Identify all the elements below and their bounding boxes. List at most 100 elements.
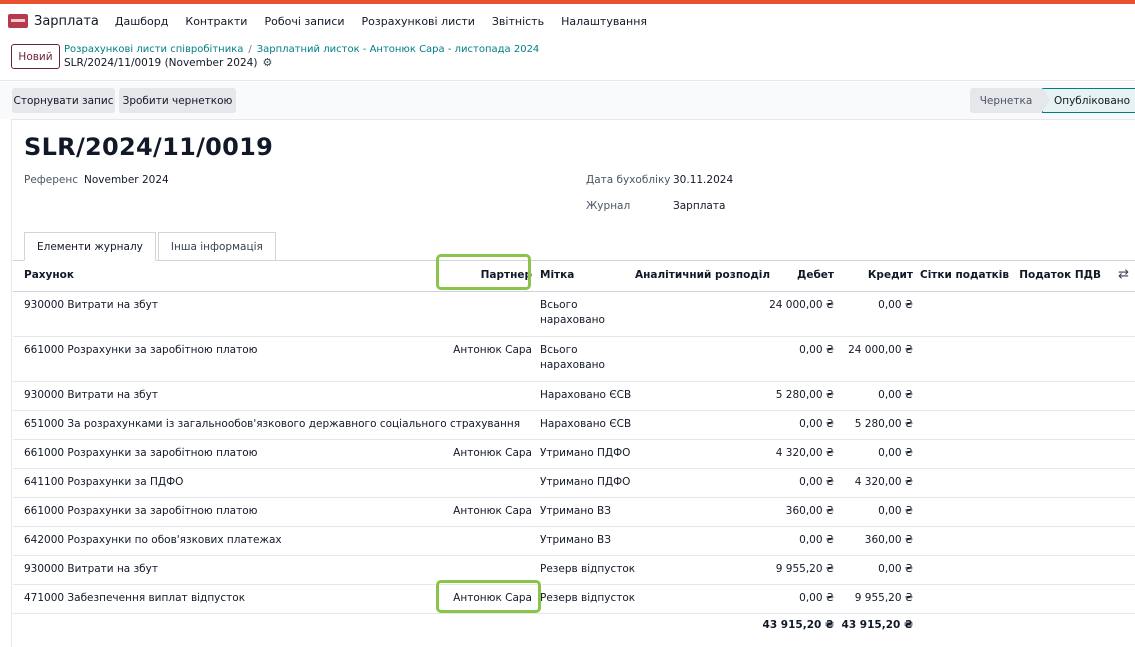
cell-credit: 360,00 ₴ [864,534,913,546]
table-row[interactable]: 930000 Витрати на збут Всього нараховано 2… [13,292,1135,337]
cell-debit: 0,00 ₴ [799,344,834,356]
menu-configuration[interactable]: Налаштування [561,15,647,28]
column-label[interactable]: Мітка [540,269,574,281]
cell-label: Нараховано ЄСВ [540,418,632,430]
optional-columns-icon[interactable]: ⇄ [1118,267,1129,282]
payroll-app-icon[interactable] [8,14,28,28]
cell-account: 930000 Витрати на збут [24,563,158,575]
cell-partner: Антонюк Сара [453,505,532,517]
main-navbar: Зарплата Дашборд Контракти Робочі записи… [0,4,1135,38]
menu-contracts[interactable]: Контракти [185,15,247,28]
cell-account: 930000 Витрати на збут [24,299,158,311]
cell-debit: 0,00 ₴ [799,592,834,604]
reference-label: Референс [24,174,78,186]
cell-credit: 0,00 ₴ [878,389,913,401]
menu-reporting[interactable]: Звітність [492,15,544,28]
cell-credit: 5 280,00 ₴ [854,418,913,430]
cell-account: 471000 Забезпечення виплат відпусток [24,592,246,604]
table-row[interactable]: 930000 Витрати на збут Резерв відпусток 9 … [13,556,1135,585]
status-bar: Чернетка Опубліковано [970,88,1135,113]
cell-label: Резерв відпусток [540,592,636,604]
cell-account: 661000 Розрахунки за заробітною платою [24,344,258,356]
cell-account: 641100 Розрахунки за ПДФО [24,476,184,488]
cell-credit: 24 000,00 ₴ [848,344,913,356]
cell-credit: 4 320,00 ₴ [854,476,913,488]
app-name[interactable]: Зарплата [34,14,99,29]
highlight-partner-cell [436,580,541,613]
cell-label: Всього нараховано [540,299,605,326]
cell-label: Утримано ПДФО [540,476,631,488]
cell-label: Утримано ВЗ [540,505,611,517]
cell-credit: 0,00 ₴ [878,447,913,459]
cell-credit: 0,00 ₴ [878,563,913,575]
cell-debit: 24 000,00 ₴ [769,299,834,311]
record-name-line: SLR/2024/11/0019 (November 2024) ⚙ [64,56,272,69]
divider [0,80,1135,81]
table-row[interactable]: 661000 Розрахунки за заробітною платою Ан… [13,337,1135,382]
column-analytic-distribution[interactable]: Аналітичний розподіл [635,269,770,281]
accounting-date-label: Дата бухобліку [586,174,671,186]
cell-debit: 360,00 ₴ [785,505,834,517]
cell-credit: 0,00 ₴ [878,505,913,517]
column-credit[interactable]: Кредит [868,269,913,281]
reverse-entry-button[interactable]: Сторнувати запис [12,88,115,113]
cell-account: 642000 Розрахунки по обов'язкових платеж… [24,534,282,546]
table-row[interactable]: 651000 За розрахунками із загальнообов'я… [13,411,1135,440]
table-row[interactable]: 642000 Розрахунки по обов'язкових платеж… [13,527,1135,556]
journal-label: Журнал [586,200,631,212]
cell-label: Всього нараховано [540,344,605,371]
cell-account: 661000 Розрахунки за заробітною платою [24,505,258,517]
highlight-partner-column [436,254,531,290]
status-draft[interactable]: Чернетка [970,88,1050,113]
gear-icon[interactable]: ⚙ [262,56,272,69]
breadcrumb-payslips-link[interactable]: Розрахункові листи співробітника [64,44,243,55]
tab-journal-items[interactable]: Елементи журналу [24,232,156,261]
cell-label: Утримано ПДФО [540,447,631,459]
totals-row: 43 915,20 ₴ 43 915,20 ₴ [13,612,1135,638]
table-row[interactable]: 661000 Розрахунки за заробітною платою Ан… [13,498,1135,527]
cell-credit: 0,00 ₴ [878,299,913,311]
cell-label: Резерв відпусток [540,563,636,575]
table-header: Рахунок Партнер Мітка Аналітичний розпод… [13,261,1135,292]
table-row[interactable]: 471000 Забезпечення виплат відпусток Анто… [13,585,1135,614]
total-credit: 43 915,20 ₴ [841,619,913,631]
cell-partner: Антонюк Сара [453,447,532,459]
cell-debit: 5 280,00 ₴ [775,389,834,401]
column-debit[interactable]: Дебет [797,269,834,281]
table-row[interactable]: 661000 Розрахунки за заробітною платою Ан… [13,440,1135,469]
reference-value[interactable]: November 2024 [84,174,169,186]
cell-partner: Антонюк Сара [453,344,532,356]
cell-debit: 0,00 ₴ [799,534,834,546]
breadcrumb: Розрахункові листи співробітника / Зарплат… [64,44,539,55]
cell-account: 651000 За розрахунками із загальнообов'я… [24,418,521,430]
cell-label: Утримано ВЗ [540,534,611,546]
total-debit: 43 915,20 ₴ [762,619,834,631]
cell-credit: 9 955,20 ₴ [854,592,913,604]
cell-account: 661000 Розрахунки за заробітною платою [24,447,258,459]
column-account[interactable]: Рахунок [24,269,74,281]
cell-account: 930000 Витрати на збут [24,389,158,401]
breadcrumb-payslip-link[interactable]: Зарплатний листок - Антонюк Сара - листо… [257,44,540,55]
record-name: SLR/2024/11/0019 (November 2024) [64,56,258,69]
cell-debit: 0,00 ₴ [799,476,834,488]
tab-other-info[interactable]: Інша інформація [157,232,276,261]
table-row[interactable]: 641100 Розрахунки за ПДФО Утримано ПДФО 0,… [13,469,1135,498]
action-bar: Сторнувати запис Зробити чернеткою Черне… [0,82,1135,119]
status-posted[interactable]: Опубліковано [1042,88,1135,113]
new-button[interactable]: Новий [11,44,60,69]
cell-debit: 4 320,00 ₴ [775,447,834,459]
reset-to-draft-button[interactable]: Зробити чернеткою [119,88,236,113]
cell-debit: 0,00 ₴ [799,418,834,430]
column-vat-tax[interactable]: Податок ПДВ [1019,269,1101,281]
table-row[interactable]: 930000 Витрати на збут Нараховано ЄСВ 5 28… [13,382,1135,411]
menu-work-entries[interactable]: Робочі записи [264,15,344,28]
cell-debit: 9 955,20 ₴ [775,563,834,575]
menu-payslips[interactable]: Розрахункові листи [362,15,475,28]
accounting-date-value[interactable]: 30.11.2024 [673,174,733,186]
notebook-tabs: Елементи журналу Інша інформація [24,232,276,261]
column-tax-grids[interactable]: Сітки податків [920,269,1009,281]
record-title: SLR/2024/11/0019 [24,133,274,161]
journal-value[interactable]: Зарплата [673,200,725,212]
menu-dashboard[interactable]: Дашборд [115,15,169,28]
breadcrumb-separator: / [248,44,252,55]
